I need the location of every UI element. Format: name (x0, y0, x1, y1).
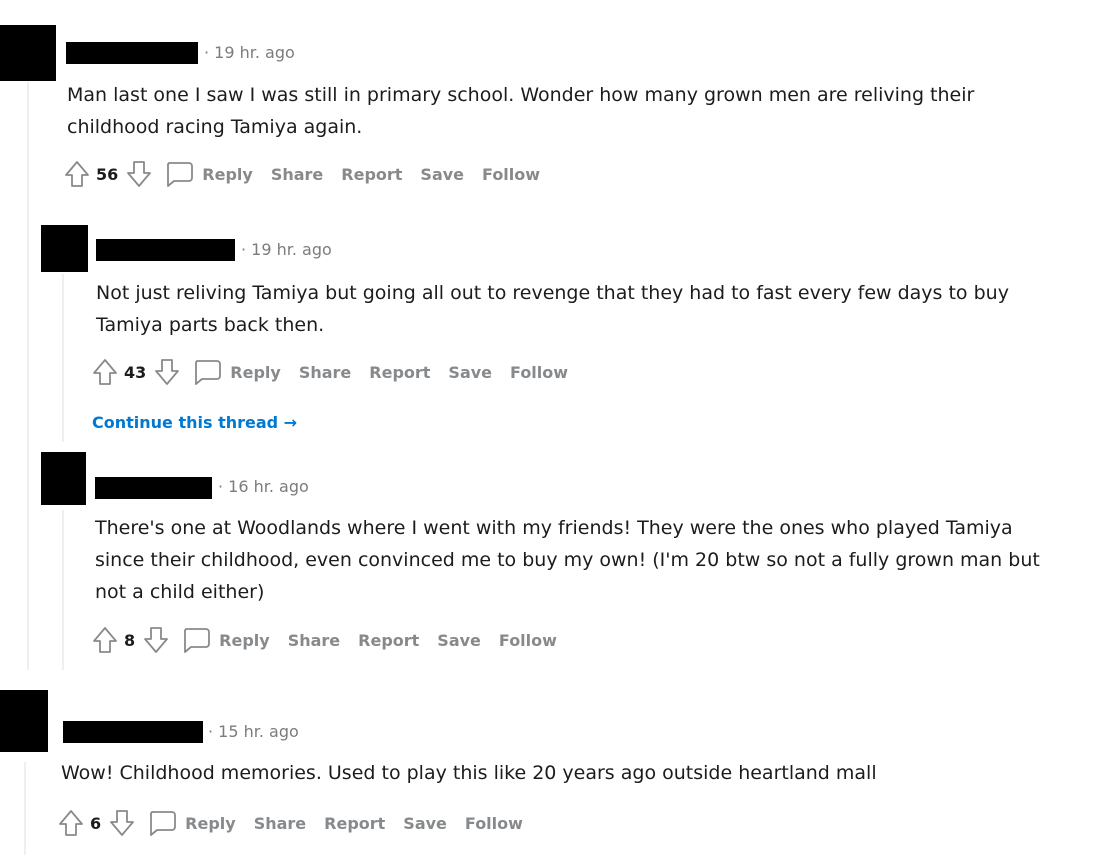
avatar[interactable] (0, 25, 56, 81)
report-button[interactable]: Report (358, 631, 419, 650)
report-button[interactable]: Report (324, 814, 385, 833)
follow-button[interactable]: Follow (465, 814, 523, 833)
thread-line[interactable] (24, 762, 26, 855)
follow-button[interactable]: Follow (482, 165, 540, 184)
comment-timestamp: · 19 hr. ago (204, 43, 295, 62)
share-button[interactable]: Share (288, 631, 340, 650)
downvote-icon[interactable] (109, 808, 135, 838)
upvote-icon[interactable] (92, 625, 118, 655)
comment-body: There's one at Woodlands where I went wi… (95, 517, 1040, 603)
username-redacted[interactable] (95, 477, 212, 499)
reply-button[interactable]: Reply (230, 363, 281, 382)
save-button[interactable]: Save (420, 165, 464, 184)
avatar[interactable] (41, 452, 86, 505)
reply-bubble-icon[interactable] (164, 160, 194, 188)
share-button[interactable]: Share (254, 814, 306, 833)
downvote-icon[interactable] (154, 357, 180, 387)
vote-score: 56 (96, 164, 119, 184)
comment-body: Not just reliving Tamiya but going all o… (96, 282, 1009, 336)
comment-body: Wow! Childhood memories. Used to play th… (61, 762, 877, 784)
downvote-icon[interactable] (143, 625, 169, 655)
comment-actions: 6 Reply Share Report Save Follow (58, 808, 523, 838)
share-button[interactable]: Share (271, 165, 323, 184)
save-button[interactable]: Save (448, 363, 492, 382)
reply-bubble-icon[interactable] (181, 626, 211, 654)
comment-actions: 8 Reply Share Report Save Follow (92, 625, 557, 655)
vote-score: 6 (90, 813, 102, 833)
follow-button[interactable]: Follow (510, 363, 568, 382)
save-button[interactable]: Save (403, 814, 447, 833)
reply-button[interactable]: Reply (202, 165, 253, 184)
comment-actions: 56 Reply Share Report Save Follow (64, 159, 540, 189)
share-button[interactable]: Share (299, 363, 351, 382)
upvote-icon[interactable] (58, 808, 84, 838)
comment-timestamp: · 19 hr. ago (241, 240, 332, 259)
report-button[interactable]: Report (369, 363, 430, 382)
comment-body: Man last one I saw I was still in primar… (67, 84, 975, 138)
save-button[interactable]: Save (437, 631, 481, 650)
username-redacted[interactable] (96, 239, 235, 261)
comment-actions: 43 Reply Share Report Save Follow (92, 357, 568, 387)
comment-timestamp: · 15 hr. ago (208, 722, 299, 741)
comment-timestamp: · 16 hr. ago (218, 477, 309, 496)
username-redacted[interactable] (66, 42, 198, 64)
upvote-icon[interactable] (92, 357, 118, 387)
vote-score: 43 (124, 362, 147, 382)
continue-thread-link[interactable]: Continue this thread → (92, 413, 297, 432)
follow-button[interactable]: Follow (499, 631, 557, 650)
reply-button[interactable]: Reply (219, 631, 270, 650)
report-button[interactable]: Report (341, 165, 402, 184)
upvote-icon[interactable] (64, 159, 90, 189)
username-redacted[interactable] (63, 721, 203, 743)
avatar[interactable] (0, 690, 48, 752)
reply-bubble-icon[interactable] (147, 809, 177, 837)
avatar[interactable] (41, 225, 88, 272)
thread-line[interactable] (62, 274, 64, 442)
thread-line[interactable] (27, 82, 29, 670)
downvote-icon[interactable] (126, 159, 152, 189)
thread-line[interactable] (62, 510, 64, 670)
reply-bubble-icon[interactable] (192, 358, 222, 386)
reply-button[interactable]: Reply (185, 814, 236, 833)
vote-score: 8 (124, 630, 136, 650)
